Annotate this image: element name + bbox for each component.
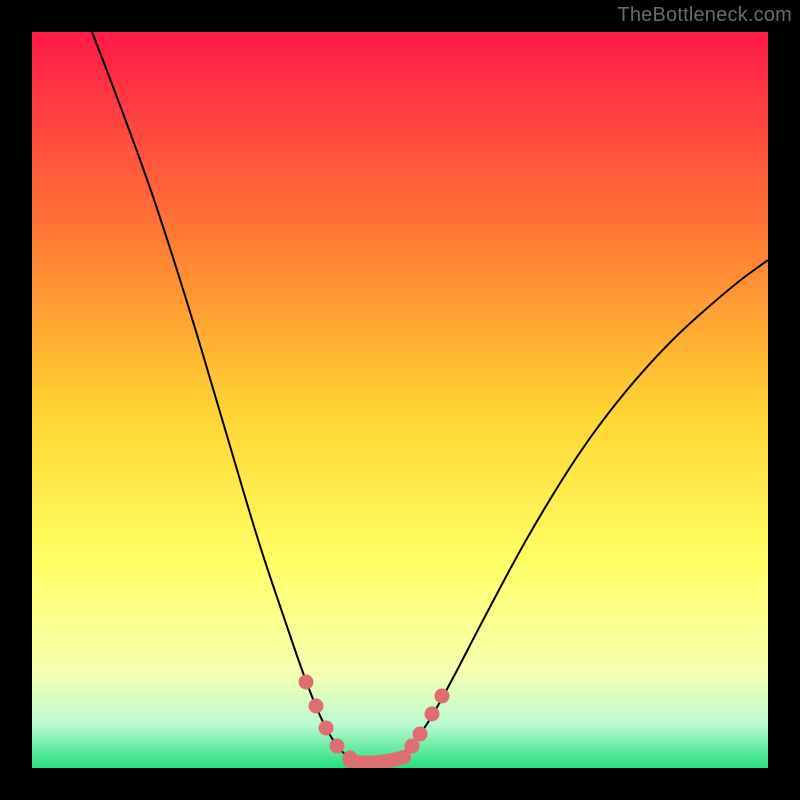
highlight-dot (343, 751, 358, 766)
highlight-dot (309, 699, 324, 714)
bottleneck-chart (32, 32, 768, 768)
highlight-dot (330, 739, 345, 754)
highlight-dot (299, 675, 314, 690)
gradient-background (32, 32, 768, 768)
highlight-valley (350, 757, 404, 763)
highlight-dot (413, 727, 428, 742)
highlight-dot (435, 689, 450, 704)
highlight-dot (425, 707, 440, 722)
watermark-text: TheBottleneck.com (617, 4, 792, 27)
highlight-dot (319, 721, 334, 736)
outer-frame: TheBottleneck.com (0, 0, 800, 800)
plot-area (32, 32, 768, 768)
